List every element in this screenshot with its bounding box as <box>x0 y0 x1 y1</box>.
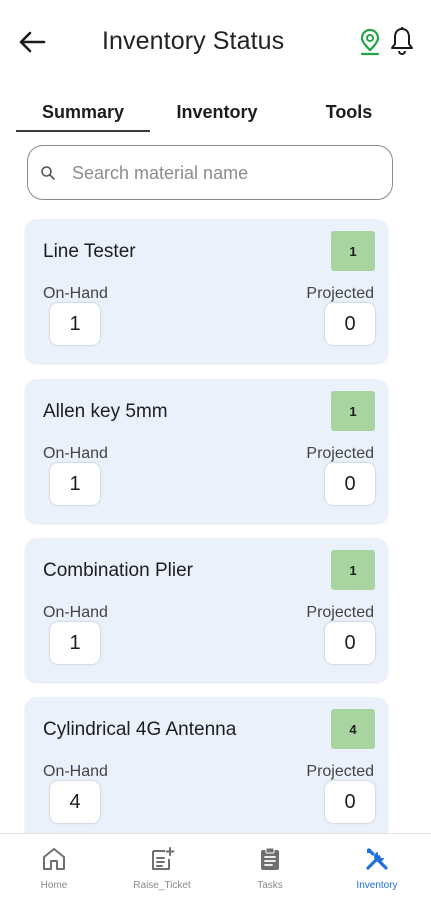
quantity-badge: 1 <box>331 391 375 431</box>
app-header: Inventory Status <box>0 0 431 84</box>
nav-label: Raise_Ticket <box>133 880 191 891</box>
quantity-badge: 1 <box>331 550 375 590</box>
search-input[interactable] <box>72 156 382 190</box>
location-pin-icon <box>360 28 380 56</box>
on-hand-label: On-Hand <box>43 604 108 621</box>
on-hand-value: 4 <box>50 781 100 823</box>
nav-item-home[interactable]: Home <box>0 838 108 896</box>
nav-item-tasks[interactable]: Tasks <box>216 838 324 896</box>
tab-summary[interactable]: Summary <box>16 92 150 132</box>
active-tab-indicator <box>16 130 150 132</box>
nav-label: Tasks <box>257 880 283 891</box>
on-hand-label: On-Hand <box>43 285 108 302</box>
projected-value: 0 <box>325 781 375 823</box>
clipboard-icon <box>255 844 285 874</box>
projected-value: 0 <box>325 303 375 345</box>
nav-label: Inventory <box>356 880 398 891</box>
on-hand-label: On-Hand <box>43 445 108 462</box>
material-name: Combination Plier <box>43 560 193 581</box>
material-name: Allen key 5mm <box>43 401 168 422</box>
on-hand-value: 1 <box>50 463 100 505</box>
quantity-badge: 4 <box>331 709 375 749</box>
tab-tools[interactable]: Tools <box>284 92 414 132</box>
bottom-nav: Home Raise_Ticket Tasks Inventory <box>0 833 431 900</box>
material-name: Cylindrical 4G Antenna <box>43 719 237 740</box>
projected-value: 0 <box>325 463 375 505</box>
quantity-badge: 1 <box>331 231 375 271</box>
back-button[interactable] <box>14 24 50 60</box>
arrow-left-icon <box>19 31 46 53</box>
location-button[interactable] <box>356 26 384 58</box>
tab-inventory[interactable]: Inventory <box>150 92 284 132</box>
tools-icon <box>362 844 392 874</box>
on-hand-value: 1 <box>50 303 100 345</box>
inventory-card[interactable]: Combination Plier 1 On-Hand Projected 1 … <box>25 538 388 682</box>
on-hand-label: On-Hand <box>43 763 108 780</box>
inventory-card[interactable]: Allen key 5mm 1 On-Hand Projected 1 0 <box>25 379 388 523</box>
tab-bar: Summary Inventory Tools <box>0 92 431 136</box>
on-hand-value: 1 <box>50 622 100 664</box>
nav-item-raise-ticket[interactable]: Raise_Ticket <box>108 838 216 896</box>
notifications-button[interactable] <box>386 24 418 58</box>
projected-label: Projected <box>306 763 374 780</box>
projected-label: Projected <box>306 285 374 302</box>
projected-label: Projected <box>306 604 374 621</box>
bell-icon <box>391 27 413 56</box>
inventory-card[interactable]: Cylindrical 4G Antenna 4 On-Hand Project… <box>25 697 388 841</box>
home-icon <box>39 844 69 874</box>
nav-label: Home <box>40 880 68 891</box>
material-name: Line Tester <box>43 241 136 262</box>
search-icon <box>41 166 55 180</box>
inventory-card[interactable]: Line Tester 1 On-Hand Projected 1 0 <box>25 219 388 363</box>
search-box <box>27 145 393 200</box>
raise-ticket-icon <box>147 844 177 874</box>
page-title: Inventory Status <box>102 27 285 55</box>
projected-label: Projected <box>306 445 374 462</box>
projected-value: 0 <box>325 622 375 664</box>
nav-item-inventory[interactable]: Inventory <box>323 838 431 896</box>
